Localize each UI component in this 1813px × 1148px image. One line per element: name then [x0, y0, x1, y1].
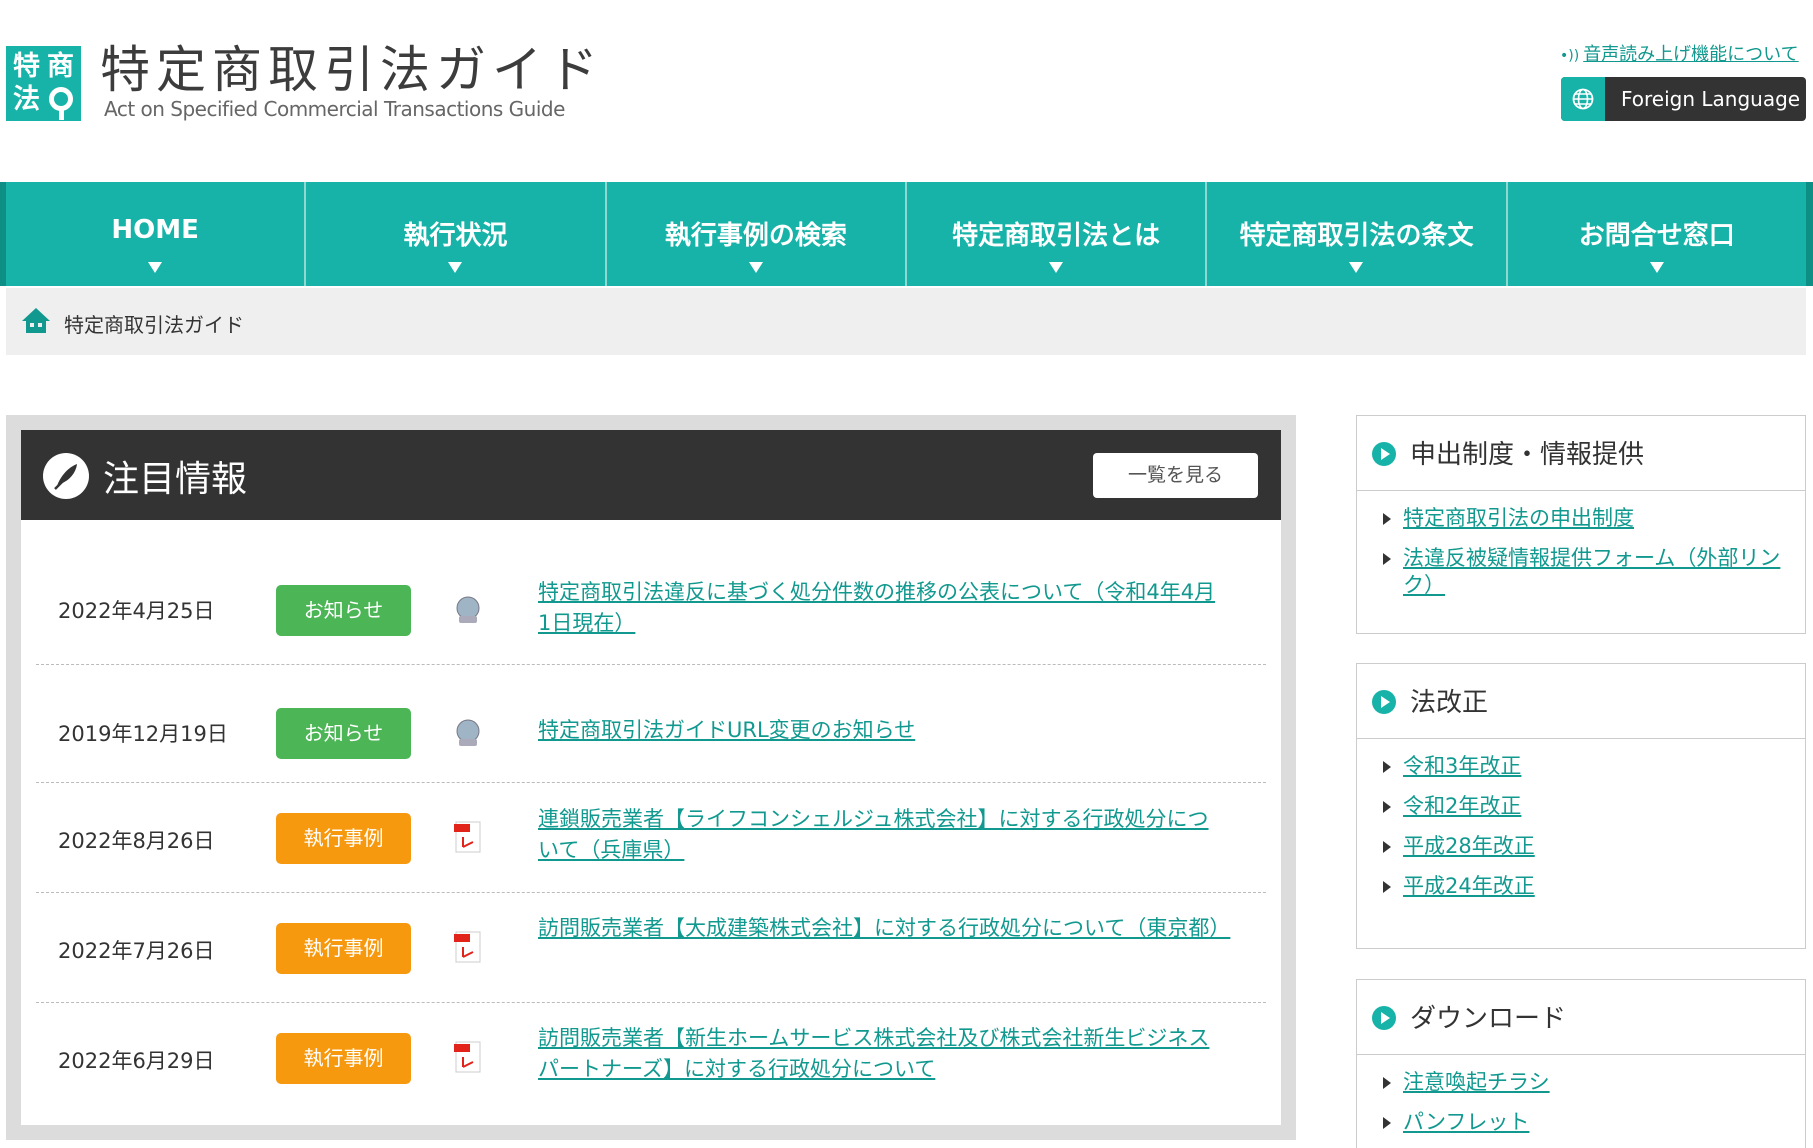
- logo-char: 特: [13, 51, 40, 82]
- sidebar-box-downloads: ダウンロード 注意喚起チラシ パンフレット: [1356, 979, 1806, 1148]
- sidebar-link[interactable]: 注意喚起チラシ: [1403, 1070, 1550, 1094]
- foreign-language-button[interactable]: Foreign Language: [1561, 77, 1806, 121]
- sidebar-link[interactable]: 令和3年改正: [1403, 754, 1521, 778]
- globe-icon: [1561, 77, 1605, 121]
- featured-title: 注目情報: [103, 459, 248, 500]
- nav-item-label: 執行状況: [403, 221, 508, 251]
- news-link[interactable]: 訪問販売業者【大成建築株式会社】に対する行政処分について（東京都）: [538, 913, 1230, 944]
- logo-char: 法: [13, 84, 40, 115]
- sidebar-box-amendments: 法改正 令和3年改正 令和2年改正 平成28年改正 平成24年改正: [1356, 663, 1806, 949]
- sidebar-box-title: 申出制度・情報提供: [1410, 440, 1645, 470]
- global-nav: HOME 執行状況 執行事例の検索 特定商取引法とは 特定商取引法の条文 お問合…: [6, 182, 1806, 286]
- sidebar-link[interactable]: 法違反被疑情報提供フォーム（外部リンク）: [1403, 546, 1780, 597]
- triangle-right-icon: [1383, 1117, 1391, 1129]
- sidebar-link[interactable]: 平成24年改正: [1403, 874, 1535, 898]
- triangle-right-icon: [1383, 881, 1391, 893]
- pdf-icon: [453, 1041, 483, 1073]
- sidebar-box-title: ダウンロード: [1410, 1004, 1567, 1034]
- sidebar-box-header: 申出制度・情報提供: [1357, 416, 1805, 491]
- speech-reader-link[interactable]: •)) 音声読み上げ機能について: [1560, 40, 1799, 66]
- pdf-icon: [453, 931, 483, 963]
- triangle-right-icon: [1383, 1077, 1391, 1089]
- play-circle-icon: [1372, 1006, 1396, 1030]
- nav-item-home[interactable]: HOME: [6, 182, 307, 286]
- category-badge: 執行事例: [276, 813, 411, 864]
- play-circle-icon: [1372, 442, 1396, 466]
- caret-down-icon: [448, 262, 463, 273]
- triangle-right-icon: [1383, 761, 1391, 773]
- news-date: 2022年7月26日: [58, 939, 215, 963]
- news-item: 2022年6月29日 執行事例 訪問販売業者【新生ホームサービス株式会社及び株式…: [36, 1003, 1266, 1113]
- speaker-icon: •)): [1560, 48, 1580, 64]
- web-page-icon: [453, 717, 483, 749]
- news-date: 2022年8月26日: [58, 829, 215, 853]
- nav-item-act-articles[interactable]: 特定商取引法の条文: [1207, 182, 1508, 286]
- web-page-icon: [453, 594, 483, 626]
- sidebar-link[interactable]: 特定商取引法の申出制度: [1403, 506, 1634, 530]
- breadcrumb-current: 特定商取引法ガイド: [64, 313, 244, 337]
- sidebar-box-header: ダウンロード: [1357, 980, 1805, 1055]
- featured-header: 注目情報 一覧を見る: [21, 430, 1281, 520]
- sidebar-link-item: 特定商取引法の申出制度: [1357, 505, 1805, 532]
- nav-item-case-search[interactable]: 執行事例の検索: [606, 182, 907, 286]
- news-link[interactable]: 連鎖販売業者【ライフコンシェルジュ株式会社】に対する行政処分について（兵庫県）: [538, 804, 1228, 866]
- category-badge: お知らせ: [276, 585, 411, 636]
- site-subtitle: Act on Specified Commercial Transactions…: [104, 97, 565, 121]
- logo-char: 商: [47, 51, 74, 82]
- sidebar-link-item: 注意喚起チラシ: [1357, 1069, 1805, 1096]
- caret-down-icon: [148, 262, 163, 273]
- caret-down-icon: [748, 262, 763, 273]
- sidebar-link[interactable]: パンフレット: [1403, 1110, 1529, 1134]
- sidebar-link-item: 令和2年改正: [1357, 793, 1805, 820]
- sidebar-link-item: 平成28年改正: [1357, 833, 1805, 860]
- nav-item-label: 特定商取引法とは: [952, 221, 1161, 251]
- triangle-right-icon: [1383, 801, 1391, 813]
- news-date: 2022年4月25日: [58, 599, 215, 623]
- site-logo[interactable]: 特 商 法: [6, 46, 81, 121]
- category-badge: 執行事例: [276, 1033, 411, 1084]
- nav-item-label: HOME: [111, 215, 199, 245]
- sidebar-link-item: 令和3年改正: [1357, 753, 1805, 780]
- sidebar-link-item: 法違反被疑情報提供フォーム（外部リンク）: [1357, 545, 1805, 599]
- nav-item-enforcement-status[interactable]: 執行状況: [306, 182, 607, 286]
- news-date: 2019年12月19日: [58, 722, 228, 746]
- category-badge: 執行事例: [276, 923, 411, 974]
- triangle-right-icon: [1383, 513, 1391, 525]
- home-icon[interactable]: [21, 306, 51, 338]
- triangle-right-icon: [1383, 841, 1391, 853]
- news-item: 2022年4月25日 お知らせ 特定商取引法違反に基づく処分件数の推移の公表につ…: [36, 520, 1266, 665]
- site-title[interactable]: 特定商取引法ガイド: [100, 40, 604, 100]
- news-item: 2019年12月19日 お知らせ 特定商取引法ガイドURL変更のお知らせ: [36, 665, 1266, 783]
- category-badge: お知らせ: [276, 708, 411, 759]
- sidebar-link-item: 平成24年改正: [1357, 873, 1805, 900]
- news-item: 2022年8月26日 執行事例 連鎖販売業者【ライフコンシェルジュ株式会社】に対…: [36, 783, 1266, 893]
- pdf-icon: [453, 821, 483, 853]
- sidebar-link[interactable]: 平成28年改正: [1403, 834, 1535, 858]
- nav-item-contact[interactable]: お問合せ窓口: [1507, 182, 1806, 286]
- breadcrumb: 特定商取引法ガイド: [6, 288, 1806, 355]
- news-link[interactable]: 特定商取引法違反に基づく処分件数の推移の公表について（令和4年4月1日現在）: [538, 577, 1228, 639]
- sidebar-box-header: 法改正: [1357, 664, 1805, 739]
- nav-item-label: お問合せ窓口: [1578, 221, 1735, 251]
- feather-icon: [43, 453, 89, 499]
- nav-item-label: 執行事例の検索: [664, 221, 847, 251]
- sidebar-link[interactable]: 令和2年改正: [1403, 794, 1521, 818]
- news-link[interactable]: 訪問販売業者【新生ホームサービス株式会社及び株式会社新生ビジネスパートナーズ】に…: [538, 1023, 1228, 1085]
- news-link[interactable]: 特定商取引法ガイドURL変更のお知らせ: [538, 715, 1228, 746]
- triangle-right-icon: [1383, 553, 1391, 565]
- caret-down-icon: [1649, 262, 1664, 273]
- sidebar-link-item: パンフレット: [1357, 1109, 1805, 1136]
- view-all-button[interactable]: 一覧を見る: [1093, 453, 1258, 498]
- sidebar-box-title: 法改正: [1410, 688, 1489, 718]
- caret-down-icon: [1349, 262, 1364, 273]
- nav-item-label: 特定商取引法の条文: [1239, 221, 1474, 251]
- nav-item-about-act[interactable]: 特定商取引法とは: [906, 182, 1208, 286]
- play-circle-icon: [1372, 690, 1396, 714]
- sidebar-box-reporting: 申出制度・情報提供 特定商取引法の申出制度 法違反被疑情報提供フォーム（外部リン…: [1356, 415, 1806, 634]
- caret-down-icon: [1049, 262, 1064, 273]
- foreign-language-label: Foreign Language: [1621, 87, 1801, 111]
- news-date: 2022年6月29日: [58, 1049, 215, 1073]
- news-item: 2022年7月26日 執行事例 訪問販売業者【大成建築株式会社】に対する行政処分…: [36, 893, 1266, 1003]
- speech-reader-label: 音声読み上げ機能について: [1583, 44, 1799, 65]
